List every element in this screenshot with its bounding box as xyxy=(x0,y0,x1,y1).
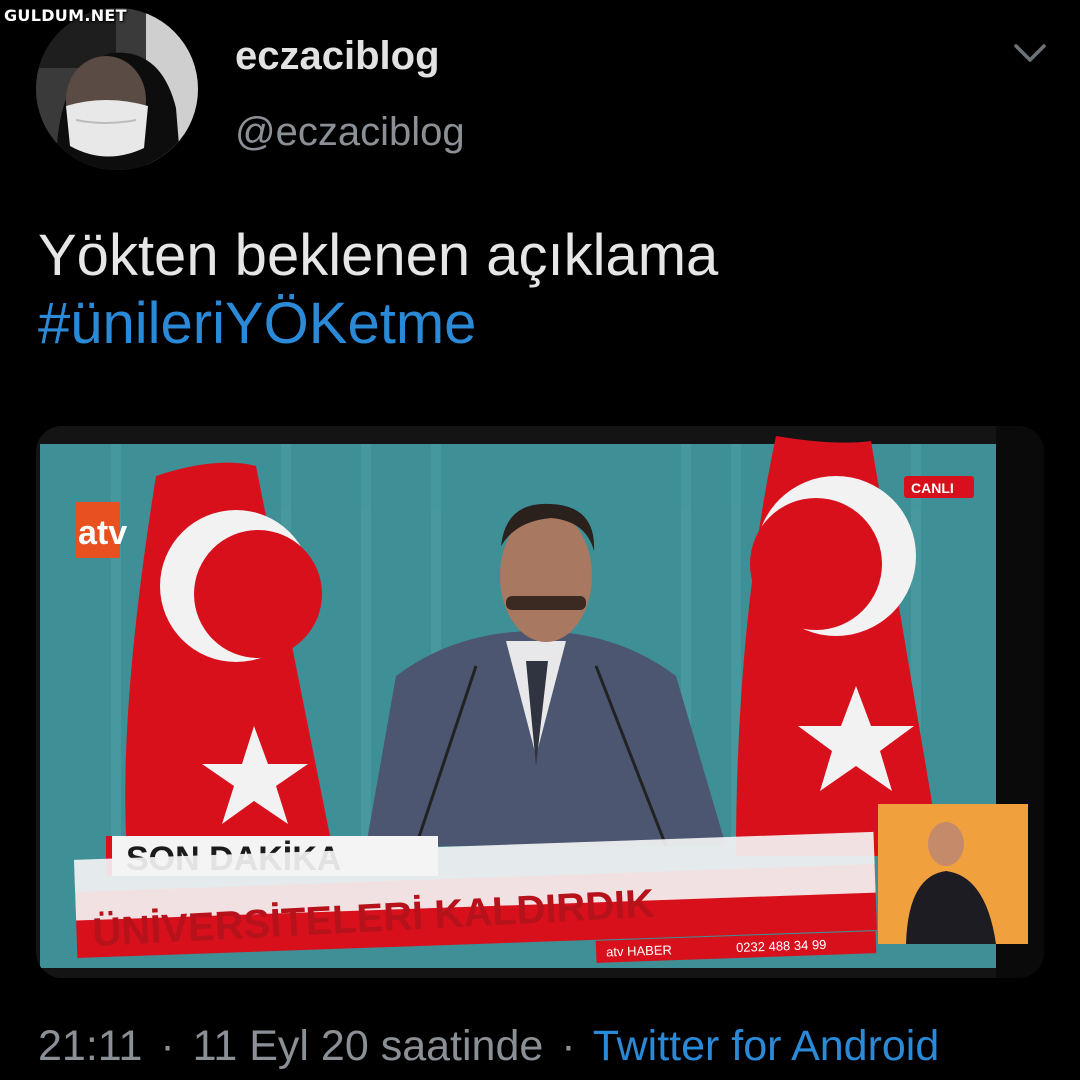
tweet-date[interactable]: 11 Eyl 20 saatinde xyxy=(193,1022,544,1070)
tweet-body: Yökten beklenen açıklama xyxy=(38,223,719,288)
tweet-footer: 21:11 · 11 Eyl 20 saatinde · Twitter for… xyxy=(38,1022,939,1071)
tweet-source-link[interactable]: Twitter for Android xyxy=(593,1022,940,1070)
tv-screen-photo: atv CANLI SON DAKİKA ÜNİVERSİTELERİ KALD… xyxy=(36,426,1044,978)
channel-logo: atv xyxy=(78,514,127,552)
chevron-down-icon[interactable] xyxy=(1010,38,1050,68)
separator: · xyxy=(561,1022,576,1070)
ticker-brand: atv HABER xyxy=(606,942,672,959)
live-badge: CANLI xyxy=(911,480,954,496)
avatar[interactable] xyxy=(36,8,198,170)
tweet-media[interactable]: atv CANLI SON DAKİKA ÜNİVERSİTELERİ KALD… xyxy=(36,426,1044,978)
tweet-time[interactable]: 21:11 xyxy=(38,1022,142,1070)
avatar-image xyxy=(36,8,198,170)
separator: · xyxy=(160,1022,175,1070)
display-name[interactable]: eczaciblog xyxy=(235,34,440,79)
tweet-text: Yökten beklenen açıklama #ünileriYÖKetme xyxy=(38,222,718,358)
ticker-phone: 0232 488 34 99 xyxy=(736,937,827,955)
user-handle[interactable]: @eczaciblog xyxy=(235,110,465,155)
watermark: GULDUM.NET xyxy=(4,6,127,25)
hashtag-link[interactable]: #ünileriYÖKetme xyxy=(38,290,718,358)
